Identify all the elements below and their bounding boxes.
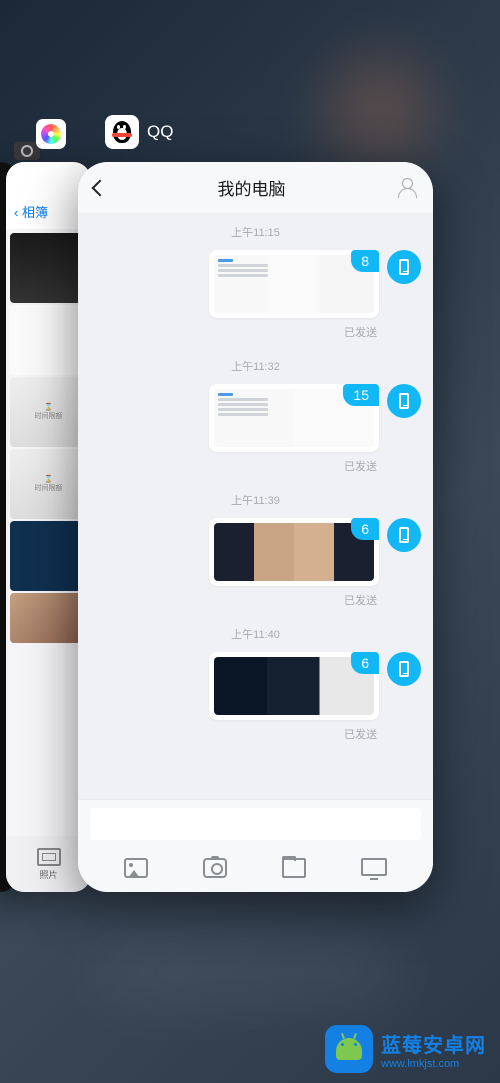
device-icon	[399, 527, 409, 543]
switcher-card-qq[interactable]: 我的电脑 上午11:15 8 已发送 上午11:32	[78, 162, 433, 892]
device-icon	[399, 661, 409, 677]
profile-icon[interactable]	[397, 178, 417, 198]
attachment-count-badge: 6	[351, 518, 379, 540]
camera-icon[interactable]	[203, 858, 227, 878]
message-row: 6	[90, 652, 421, 720]
photos-back-label: 相簿	[22, 205, 48, 220]
message-input[interactable]	[90, 808, 421, 840]
photo-thumb[interactable]	[10, 305, 87, 375]
message-bubble[interactable]: 15	[209, 384, 379, 452]
watermark-logo	[325, 1025, 373, 1073]
message-group: 上午11:15 8 已发送	[90, 224, 421, 340]
folder-icon[interactable]	[282, 858, 306, 878]
attachment-preview	[214, 523, 374, 581]
message-group: 上午11:40 6 已发送	[90, 626, 421, 742]
timestamp: 上午11:40	[90, 626, 421, 642]
message-row: 6	[90, 518, 421, 586]
screen-share-icon[interactable]	[361, 858, 387, 876]
gallery-icon[interactable]	[124, 858, 148, 878]
chat-toolbar	[78, 848, 433, 892]
attachment-count-badge: 6	[351, 652, 379, 674]
attachment-count-badge: 8	[351, 250, 379, 272]
message-bubble[interactable]: 6	[209, 652, 379, 720]
message-row: 8	[90, 250, 421, 318]
chat-title: 我的电脑	[218, 175, 286, 200]
attachment-count-badge: 15	[343, 384, 379, 406]
photo-thumb[interactable]	[10, 521, 87, 591]
delivery-status: 已发送	[90, 726, 377, 742]
photo-thumb[interactable]: ⌛时间限额	[10, 377, 87, 447]
sender-avatar[interactable]	[387, 652, 421, 686]
message-bubble[interactable]: 8	[209, 250, 379, 318]
chat-header: 我的电脑	[78, 162, 433, 214]
message-group: 上午11:39 6 已发送	[90, 492, 421, 608]
qq-app-name: QQ	[147, 122, 173, 142]
photo-thumb[interactable]: ⌛时间限额	[10, 449, 87, 519]
message-bubble[interactable]: 6	[209, 518, 379, 586]
chat-input-bar	[78, 799, 433, 848]
photos-app-icon	[36, 119, 66, 149]
timestamp: 上午11:15	[90, 224, 421, 240]
chat-body[interactable]: 上午11:15 8 已发送 上午11:32	[78, 214, 433, 799]
message-group: 上午11:32 15 已发送	[90, 358, 421, 474]
sender-avatar[interactable]	[387, 250, 421, 284]
watermark-title: 蓝莓安卓网	[381, 1029, 486, 1058]
photo-thumb[interactable]	[10, 593, 87, 643]
delivery-status: 已发送	[90, 458, 377, 474]
delivery-status: 已发送	[90, 592, 377, 608]
library-icon	[37, 848, 61, 866]
device-icon	[399, 393, 409, 409]
device-icon	[399, 259, 409, 275]
library-label: 照片	[39, 868, 57, 881]
photos-flower-icon	[41, 124, 61, 144]
sender-avatar[interactable]	[387, 518, 421, 552]
sender-avatar[interactable]	[387, 384, 421, 418]
watermark-url: www.lmkjst.com	[381, 1058, 486, 1070]
message-row: 15	[90, 384, 421, 452]
qq-app-icon	[105, 115, 139, 149]
photo-thumb[interactable]	[10, 233, 87, 303]
app-switcher[interactable]: ⚡︎ ‹ 相簿 ⌛时间限额 ⌛时间限额 照片 我的电脑 上午1	[0, 0, 500, 1083]
timestamp: 上午11:39	[90, 492, 421, 508]
delivery-status: 已发送	[90, 324, 377, 340]
qq-app-label: QQ	[105, 115, 173, 149]
timestamp: 上午11:32	[90, 358, 421, 374]
back-button[interactable]	[92, 179, 109, 196]
attachment-preview	[214, 657, 374, 715]
attachment-preview	[214, 255, 374, 313]
watermark: 蓝莓安卓网 www.lmkjst.com	[325, 1025, 486, 1073]
